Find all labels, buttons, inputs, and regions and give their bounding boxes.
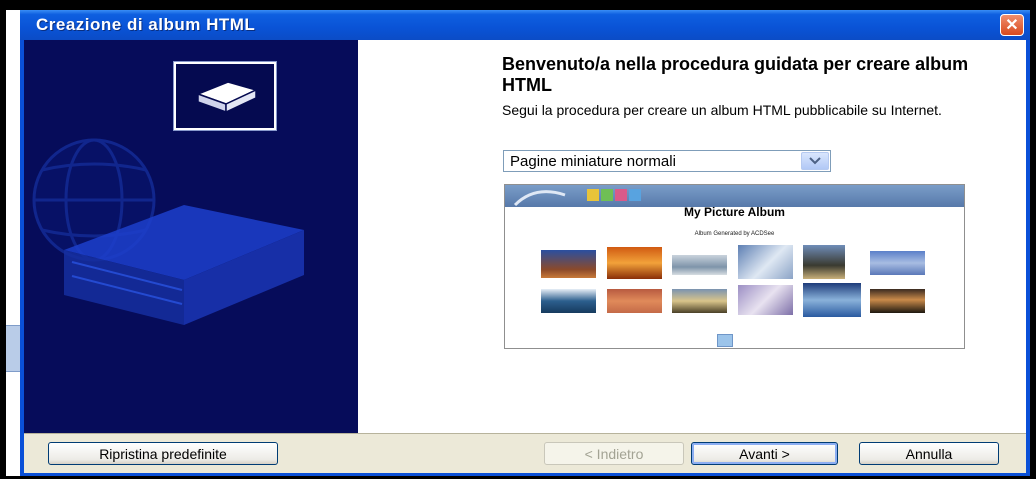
frame-top bbox=[0, 0, 1036, 10]
title-bar[interactable]: Creazione di album HTML ✕ bbox=[20, 10, 1030, 40]
preview-banner-graphic bbox=[513, 189, 641, 207]
dropdown-button[interactable] bbox=[801, 152, 829, 170]
template-dropdown[interactable]: Pagine miniature normali bbox=[503, 150, 831, 172]
template-dropdown-value: Pagine miniature normali bbox=[510, 153, 676, 170]
preview-thumbnail bbox=[541, 289, 596, 313]
background-window-selection bbox=[6, 325, 20, 372]
preview-banner bbox=[505, 185, 964, 207]
preview-thumbnail bbox=[803, 283, 861, 317]
cancel-label: Annulla bbox=[905, 445, 953, 462]
reset-defaults-button[interactable]: Ripristina predefinite bbox=[48, 442, 278, 465]
cancel-button[interactable]: Annulla bbox=[859, 442, 999, 465]
preview-thumbnail bbox=[541, 250, 596, 278]
preview-thumbnail bbox=[738, 285, 793, 315]
preview-home-icon bbox=[717, 334, 733, 347]
chevron-down-icon bbox=[809, 157, 821, 165]
page-title: Benvenuto/a nella procedura guidata per … bbox=[502, 54, 969, 95]
wizard-window: Creazione di album HTML ✕ Benvenuto/a ne… bbox=[20, 10, 1030, 476]
close-button[interactable]: ✕ bbox=[1000, 14, 1024, 36]
preview-thumbnail bbox=[672, 289, 727, 313]
frame-right bbox=[1030, 0, 1036, 479]
wizard-content: Benvenuto/a nella procedura guidata per … bbox=[358, 40, 1026, 433]
wizard-logo bbox=[174, 62, 276, 130]
background-window-strip bbox=[6, 10, 20, 476]
screen: Creazione di album HTML ✕ Benvenuto/a ne… bbox=[0, 0, 1036, 479]
close-icon: ✕ bbox=[1005, 17, 1019, 34]
wizard-side-panel bbox=[24, 40, 358, 433]
back-label: < Indietro bbox=[584, 445, 644, 462]
preview-thumbnail bbox=[803, 245, 845, 279]
next-label: Avanti > bbox=[739, 445, 790, 462]
preview-album-subtitle: Album Generated by ACDSee bbox=[694, 231, 775, 237]
reset-defaults-label: Ripristina predefinite bbox=[99, 445, 227, 462]
preview-thumbnail bbox=[870, 289, 925, 313]
window-title: Creazione di album HTML bbox=[36, 15, 256, 34]
preview-album-title: My Picture Album bbox=[684, 205, 785, 219]
preview-thumbnail bbox=[672, 255, 727, 275]
next-button[interactable]: Avanti > bbox=[691, 442, 838, 465]
book-icon bbox=[176, 64, 274, 128]
preview-thumbnail bbox=[607, 289, 662, 313]
preview-thumbnail bbox=[738, 245, 793, 279]
template-preview: My Picture Album Album Generated by ACDS… bbox=[504, 184, 965, 349]
preview-thumbnail bbox=[607, 247, 662, 279]
preview-thumbnail bbox=[870, 251, 925, 275]
wizard-body: Benvenuto/a nella procedura guidata per … bbox=[24, 40, 1026, 473]
page-description: Segui la procedura per creare un album H… bbox=[502, 102, 942, 118]
button-bar: Ripristina predefinite < Indietro Avanti… bbox=[24, 433, 1026, 473]
back-button[interactable]: < Indietro bbox=[544, 442, 684, 465]
